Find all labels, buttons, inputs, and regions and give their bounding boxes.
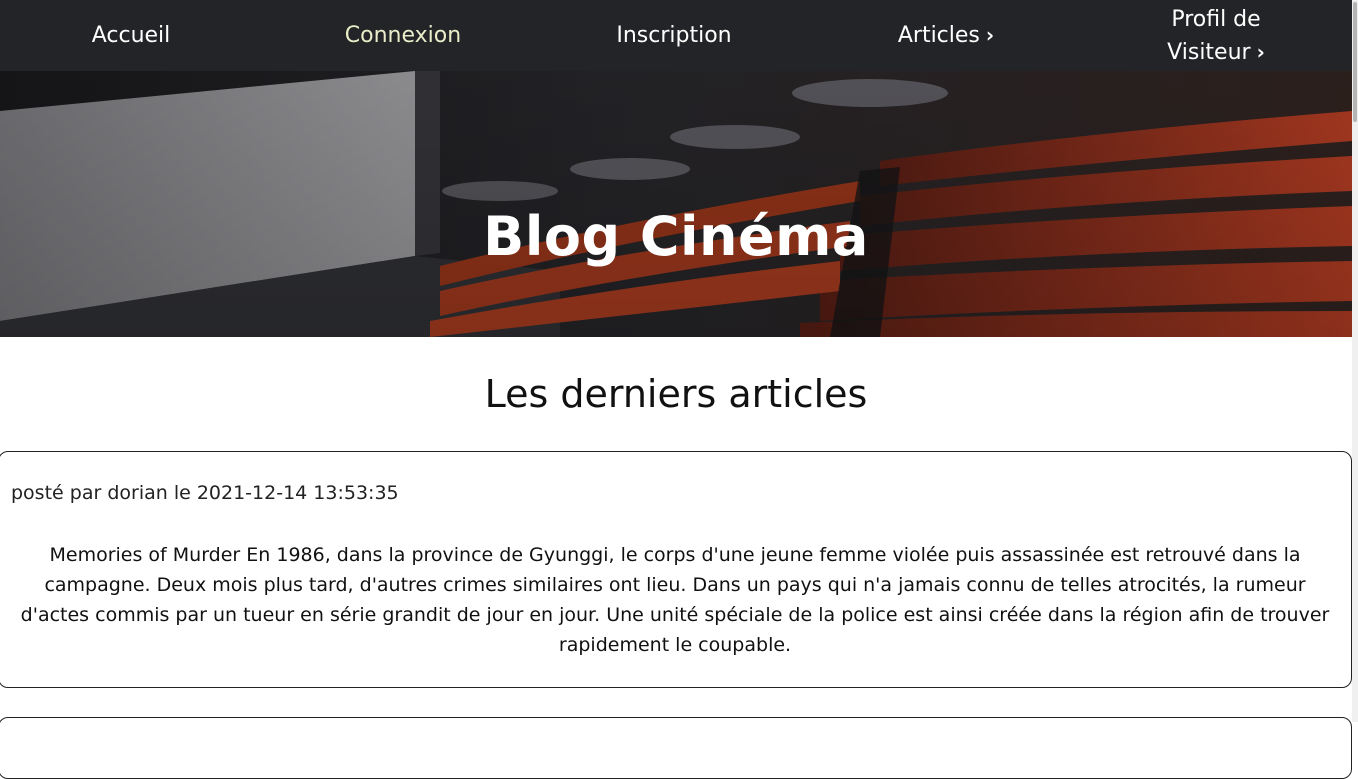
nav-inscription-label: Inscription bbox=[616, 23, 732, 48]
article-card[interactable]: posté par dorian le 2021-12-14 13:53:35 … bbox=[0, 451, 1352, 688]
hero-banner: Blog Cinéma bbox=[0, 71, 1352, 337]
hero-title: Blog Cinéma bbox=[483, 205, 869, 268]
section-title: Les derniers articles bbox=[484, 372, 868, 416]
nav-connexion-link[interactable]: Connexion bbox=[312, 0, 494, 71]
nav-profil-label-line2: Visiteur bbox=[1167, 39, 1251, 65]
top-navbar: Accueil Connexion Inscription Articles ›… bbox=[0, 0, 1352, 71]
nav-articles-label: Articles bbox=[897, 23, 980, 48]
nav-inscription-link[interactable]: Inscription bbox=[584, 0, 764, 71]
nav-profil-label-line1: Profil de bbox=[1171, 6, 1261, 32]
nav-profil-visiteur-dropdown[interactable]: Profil de Visiteur › bbox=[1126, 0, 1306, 71]
nav-articles-dropdown[interactable]: Articles › bbox=[856, 0, 1036, 71]
nav-accueil-link[interactable]: Accueil bbox=[40, 0, 222, 71]
article-card[interactable] bbox=[0, 717, 1352, 779]
nav-accueil-label: Accueil bbox=[91, 23, 171, 48]
chevron-right-icon: › bbox=[1256, 39, 1265, 64]
chevron-right-icon: › bbox=[985, 23, 995, 47]
nav-connexion-label: Connexion bbox=[344, 23, 462, 48]
scrollbar-thumb[interactable] bbox=[1353, 2, 1357, 122]
article-meta: posté par dorian le 2021-12-14 13:53:35 bbox=[11, 482, 399, 504]
article-body: Memories of Murder En 1986, dans la prov… bbox=[20, 544, 1330, 656]
